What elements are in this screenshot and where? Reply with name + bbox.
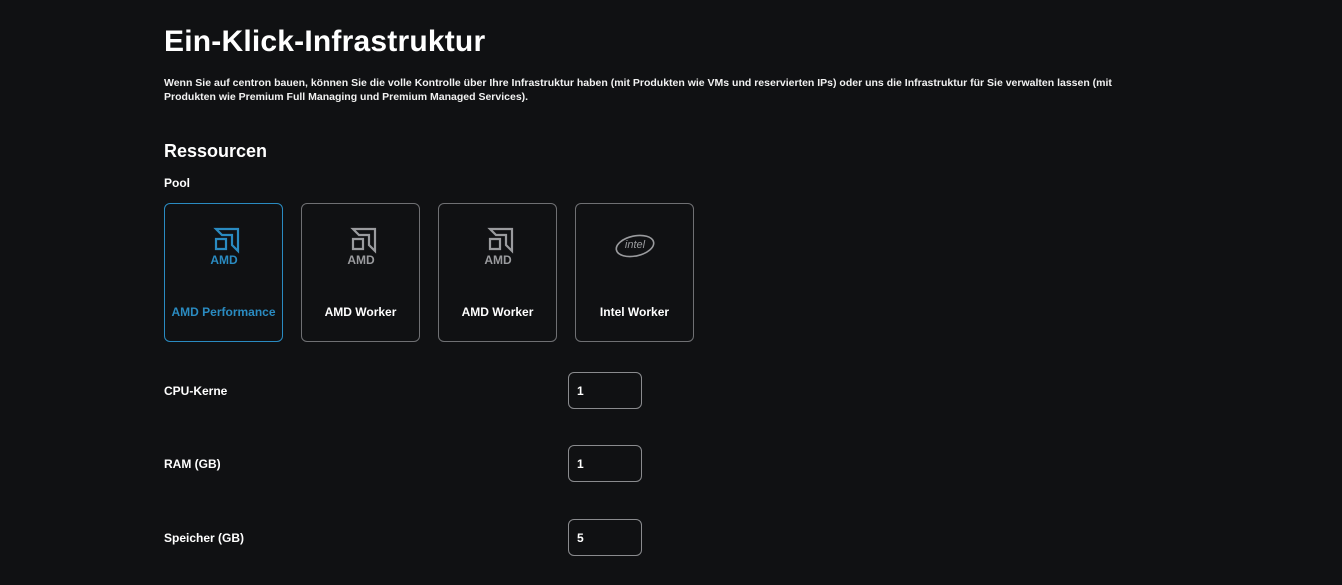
svg-text:AMD: AMD bbox=[484, 253, 512, 266]
ram-row: RAM (GB) bbox=[164, 445, 644, 483]
pool-card-amd-worker-1[interactable]: AMD AMD Worker bbox=[301, 203, 420, 342]
cpu-cores-input[interactable] bbox=[568, 372, 642, 409]
pool-card-label: AMD Worker bbox=[324, 305, 397, 319]
cpu-cores-label: CPU-Kerne bbox=[164, 384, 228, 398]
svg-text:AMD: AMD bbox=[210, 253, 238, 266]
pool-card-amd-worker-2[interactable]: AMD AMD Worker bbox=[438, 203, 557, 342]
intro-text: Wenn Sie auf centron bauen, können Sie d… bbox=[164, 77, 1112, 103]
pool-label: Pool bbox=[164, 176, 190, 190]
resources-heading: Ressourcen bbox=[164, 141, 268, 161]
svg-text:AMD: AMD bbox=[347, 253, 375, 266]
amd-logo-icon: AMD bbox=[302, 224, 419, 268]
pool-card-label: Intel Worker bbox=[599, 305, 670, 319]
pool-card-amd-performance[interactable]: AMD AMD Performance bbox=[164, 203, 283, 342]
cpu-cores-row: CPU-Kerne bbox=[164, 372, 644, 410]
svg-text:intel: intel bbox=[624, 239, 645, 251]
storage-row: Speicher (GB) bbox=[164, 519, 644, 557]
amd-logo-icon: AMD bbox=[439, 224, 556, 268]
intel-logo-icon: intel bbox=[576, 224, 693, 268]
amd-logo-icon: AMD bbox=[165, 224, 282, 268]
page-title: Ein-Klick-Infrastruktur bbox=[164, 25, 486, 58]
storage-input[interactable] bbox=[568, 519, 642, 556]
page: Ein-Klick-Infrastruktur Wenn Sie auf cen… bbox=[0, 0, 1342, 585]
ram-input[interactable] bbox=[568, 445, 642, 482]
pool-card-label: AMD Performance bbox=[171, 305, 276, 319]
ram-label: RAM (GB) bbox=[164, 457, 221, 471]
storage-label: Speicher (GB) bbox=[164, 531, 245, 545]
pool-selector: AMD AMD Performance AMD AMD Worker AMD A… bbox=[164, 203, 694, 342]
pool-card-label: AMD Worker bbox=[461, 305, 534, 319]
pool-card-intel-worker[interactable]: intel Intel Worker bbox=[575, 203, 694, 342]
